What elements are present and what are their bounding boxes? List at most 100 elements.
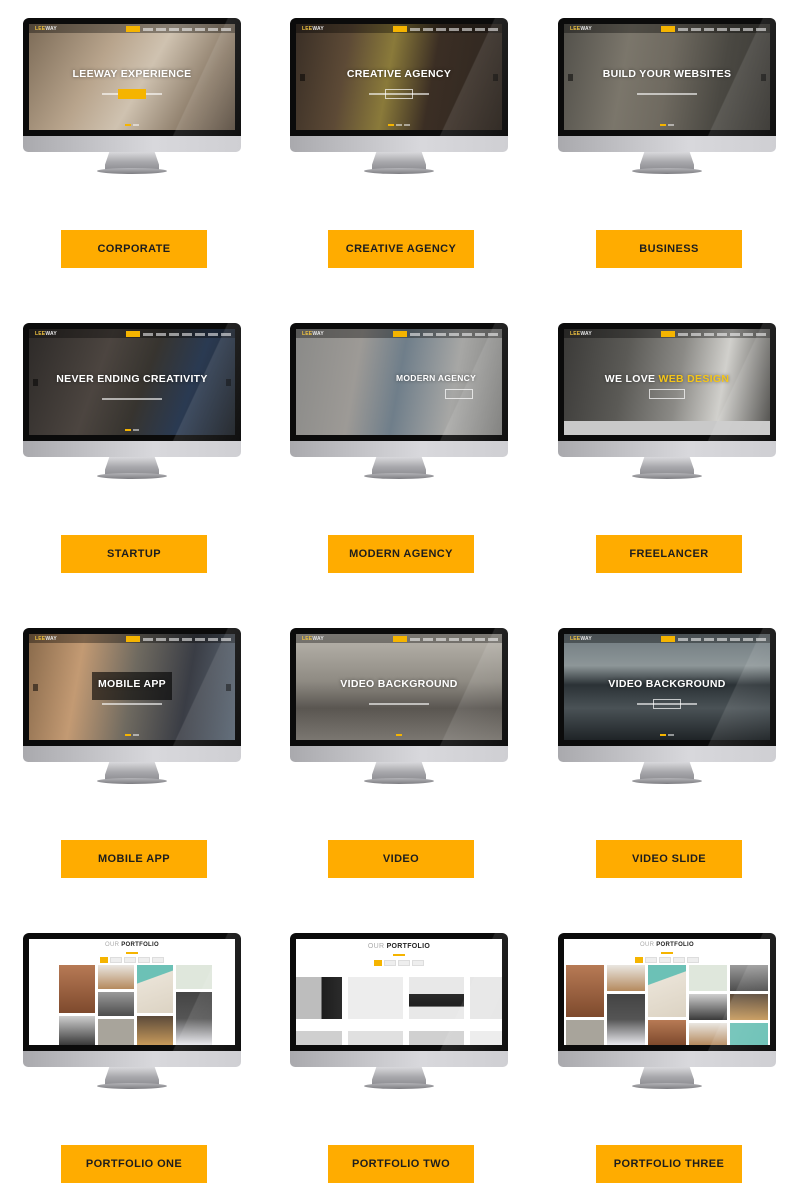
site-navbar: LEEWAY	[296, 24, 502, 33]
monitor-mockup[interactable]: LEEWAY WE LOVE WEB DESIGN	[558, 323, 776, 483]
monitor-base	[364, 778, 434, 784]
monitor-bezel: OUR PORTFOLIO	[23, 933, 241, 1051]
portfolio-tile	[98, 965, 134, 989]
portfolio-tile	[59, 1016, 95, 1045]
portfolio-tile	[730, 1023, 768, 1045]
monitor-mockup[interactable]: LEEWAY LEEWAY EXPERIENCE	[23, 18, 241, 178]
template-button-portfolio-one[interactable]: PORTFOLIO ONE	[61, 1145, 207, 1183]
screen-preview: LEEWAY WE LOVE WEB DESIGN	[564, 329, 770, 435]
portfolio-tile	[566, 965, 604, 1017]
template-button-business[interactable]: BUSINESS	[596, 230, 742, 268]
monitor-mockup[interactable]: LEEWAY BUILD YOUR WEBSITES	[558, 18, 776, 178]
nav-menu	[393, 636, 498, 642]
hero-subtitle	[29, 692, 235, 710]
portfolio-tile	[607, 965, 645, 991]
portfolio-tile	[648, 1020, 686, 1045]
monitor-bezel: OUR PORTFOLIO	[290, 933, 508, 1051]
slider-dots	[660, 124, 674, 126]
site-navbar: LEEWAY	[564, 329, 770, 338]
hero-cta-button	[445, 389, 473, 399]
slider-dots	[125, 734, 139, 736]
monitor-base	[97, 473, 167, 479]
hero-title: NEVER ENDING CREATIVITY	[56, 373, 208, 385]
portfolio-tile	[348, 1031, 403, 1045]
portfolio-tile	[689, 1023, 727, 1045]
portfolio-tile	[730, 994, 768, 1020]
portfolio-filters	[100, 957, 164, 963]
hero-subtitle	[29, 387, 235, 405]
nav-menu	[393, 26, 498, 32]
site-logo: LEEWAY	[35, 331, 57, 337]
template-button-corporate[interactable]: CORPORATE	[61, 230, 207, 268]
monitor-mockup[interactable]: OUR PORTFOLIO	[290, 933, 508, 1093]
template-button-portfolio-three[interactable]: PORTFOLIO THREE	[596, 1145, 742, 1183]
site-navbar: LEEWAY	[296, 634, 502, 643]
hero-cta-button	[118, 89, 146, 99]
template-button-creative-agency[interactable]: CREATIVE AGENCY	[328, 230, 474, 268]
template-button-mobile-app[interactable]: MOBILE APP	[61, 840, 207, 878]
monitor-mockup[interactable]: LEEWAY VIDEO BACKGROUND	[558, 628, 776, 788]
monitor-chin	[558, 441, 776, 457]
template-button-startup[interactable]: STARTUP	[61, 535, 207, 573]
template-button-video-slide[interactable]: VIDEO SLIDE	[596, 840, 742, 878]
portfolio-tile	[137, 1016, 173, 1045]
slider-dots	[660, 734, 674, 736]
hero-title: MODERN AGENCY	[396, 373, 477, 383]
template-button-portfolio-two[interactable]: PORTFOLIO TWO	[328, 1145, 474, 1183]
monitor-mockup[interactable]: LEEWAY NEVER ENDING CREATIVITY	[23, 323, 241, 483]
monitor-mockup[interactable]: LEEWAY MOBILE APP	[23, 628, 241, 788]
screen-preview: LEEWAY VIDEO BACKGROUND	[564, 634, 770, 740]
site-navbar: LEEWAY	[29, 634, 235, 643]
monitor-bezel: LEEWAY WE LOVE WEB DESIGN	[558, 323, 776, 441]
monitor-mockup[interactable]: LEEWAY CREATIVE AGENCY	[290, 18, 508, 178]
monitor-mockup[interactable]: OUR PORTFOLIO	[23, 933, 241, 1093]
screen-preview: LEEWAY MOBILE APP	[29, 634, 235, 740]
monitor-base	[632, 778, 702, 784]
portfolio-heading: OUR PORTFOLIO	[640, 942, 694, 948]
template-button-freelancer[interactable]: FREELANCER	[596, 535, 742, 573]
template-button-modern-agency[interactable]: MODERN AGENCY	[328, 535, 474, 573]
monitor-base	[97, 778, 167, 784]
template-button-video[interactable]: VIDEO	[328, 840, 474, 878]
portfolio-tile	[689, 994, 727, 1020]
monitor-base	[97, 168, 167, 174]
monitor-chin	[290, 136, 508, 152]
monitor-bezel: LEEWAY VIDEO BACKGROUND	[290, 628, 508, 746]
monitor-mockup[interactable]: LEEWAY MODERN AGENCY	[290, 323, 508, 483]
hero-title: MOBILE APP	[98, 678, 166, 690]
monitor-bezel: LEEWAY BUILD YOUR WEBSITES	[558, 18, 776, 136]
portfolio-tile	[409, 977, 464, 1019]
site-logo: LEEWAY	[570, 636, 592, 642]
monitor-chin	[558, 746, 776, 762]
nav-menu	[661, 636, 766, 642]
hero-title: VIDEO BACKGROUND	[608, 678, 726, 690]
monitor-mockup[interactable]: OUR PORTFOLIO	[558, 933, 776, 1093]
hero-subtitle	[564, 82, 770, 100]
monitor-bezel: LEEWAY LEEWAY EXPERIENCE	[23, 18, 241, 136]
portfolio-tile	[176, 992, 212, 1045]
portfolio-tile	[470, 1031, 502, 1045]
screen-preview: LEEWAY VIDEO BACKGROUND	[296, 634, 502, 740]
slider-dots	[125, 429, 139, 431]
portfolio-tile	[730, 965, 768, 991]
heading-underline	[126, 952, 138, 954]
monitor-chin	[23, 136, 241, 152]
nav-menu	[393, 331, 498, 337]
hero-title: VIDEO BACKGROUND	[340, 678, 458, 690]
slider-dots	[388, 124, 410, 126]
portfolio-tile	[176, 965, 212, 989]
monitor-bezel: LEEWAY VIDEO BACKGROUND	[558, 628, 776, 746]
hero-subtitle	[296, 692, 502, 710]
screen-preview: OUR PORTFOLIO	[296, 939, 502, 1045]
portfolio-tile	[648, 965, 686, 1017]
monitor-bezel: LEEWAY CREATIVE AGENCY	[290, 18, 508, 136]
site-navbar: LEEWAY	[296, 329, 502, 338]
monitor-mockup[interactable]: LEEWAY VIDEO BACKGROUND	[290, 628, 508, 788]
hero-cta-button	[385, 89, 413, 99]
portfolio-filters	[635, 957, 699, 963]
hero-title: CREATIVE AGENCY	[346, 68, 452, 80]
monitor-bezel: LEEWAY MOBILE APP	[23, 628, 241, 746]
content-strip	[564, 421, 770, 435]
site-logo: LEEWAY	[302, 26, 324, 32]
hero-cta-button	[653, 699, 681, 709]
